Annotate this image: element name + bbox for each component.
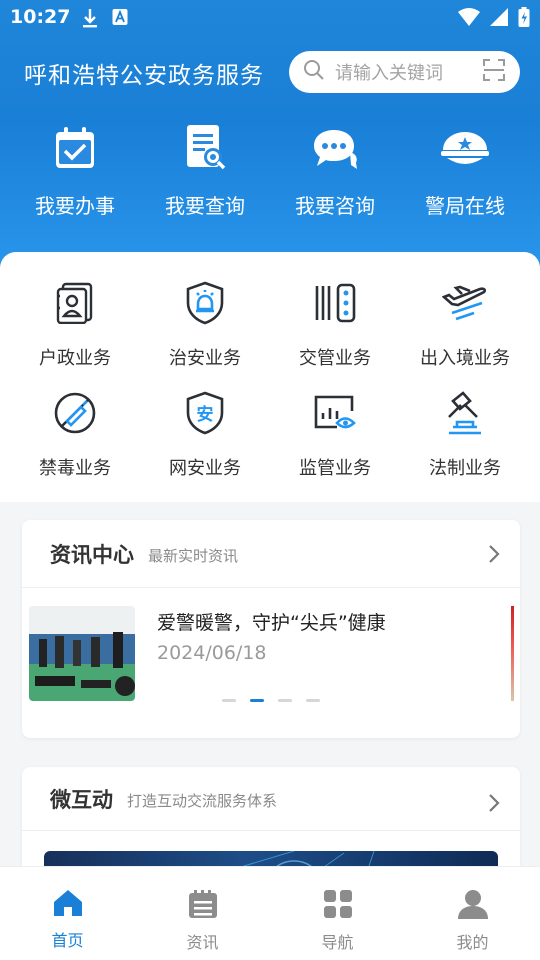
status-bar: 10:27 <box>0 0 540 38</box>
police-cap-icon <box>439 130 491 174</box>
business-traffic[interactable]: 交管业务 <box>270 282 400 370</box>
news-item[interactable]: 爱警暖警，守护“尖兵”健康 2024/06/18 <box>22 588 520 718</box>
news-card-subtitle: 最新实时资讯 <box>148 547 239 565</box>
checklist-clipboard-icon <box>53 126 97 174</box>
news-icon <box>188 890 218 923</box>
business-label: 交管业务 <box>299 348 371 369</box>
business-label: 法制业务 <box>429 458 501 479</box>
tab-label: 资讯 <box>186 933 219 952</box>
bottom-tab-bar: 首页 资讯 导航 我的 <box>0 866 540 960</box>
carousel-dot[interactable] <box>250 699 264 702</box>
quick-action-query[interactable]: 我要查询 <box>140 122 270 219</box>
news-thumbnail <box>29 606 135 701</box>
quick-action-label: 警局在线 <box>425 194 505 218</box>
news-date: 2024/06/18 <box>157 642 267 664</box>
business-household[interactable]: 户政业务 <box>10 282 140 370</box>
business-public-security[interactable]: 治安业务 <box>140 281 270 370</box>
search-input[interactable]: 请输入关键词 <box>289 51 520 93</box>
app-notification-icon <box>112 8 128 32</box>
document-search-icon <box>184 124 226 174</box>
business-label: 禁毒业务 <box>39 458 111 479</box>
tab-label: 我的 <box>456 933 489 952</box>
app-title: 呼和浩特公安政务服务 <box>24 63 264 89</box>
business-label: 出入境业务 <box>420 348 510 369</box>
tab-mine[interactable]: 我的 <box>405 867 540 960</box>
signal-icon <box>490 8 508 30</box>
quick-action-label: 我要查询 <box>165 194 245 218</box>
search-icon <box>303 59 325 85</box>
carousel-dot[interactable] <box>222 699 236 702</box>
quick-actions: 我要办事 我要查询 我要咨询 警局在线 <box>0 122 540 219</box>
chevron-right-icon[interactable] <box>488 544 500 568</box>
news-card: 资讯中心 最新实时资讯 爱警暖警，守护“尖兵”健康 2024/06/18 <box>22 520 520 738</box>
cyber-shield-icon: 安 <box>185 391 225 439</box>
tab-news[interactable]: 资讯 <box>135 867 270 960</box>
tab-label: 首页 <box>51 931 84 950</box>
airplane-icon <box>441 285 488 325</box>
id-card-icon <box>55 282 95 328</box>
carousel-indicator <box>22 699 520 702</box>
monitor-eye-icon <box>313 393 357 437</box>
interact-card-header[interactable]: 微互动 打造互动交流服务体系 <box>22 767 520 831</box>
chat-bubbles-icon <box>312 128 358 174</box>
news-card-header[interactable]: 资讯中心 最新实时资讯 <box>22 520 520 588</box>
business-label: 网安业务 <box>169 458 241 479</box>
carousel-dot[interactable] <box>278 699 292 702</box>
battery-icon <box>518 7 530 31</box>
tab-label: 导航 <box>321 933 354 952</box>
business-legal[interactable]: 法制业务 <box>400 391 530 480</box>
scan-icon[interactable] <box>482 58 506 86</box>
user-icon <box>457 890 489 923</box>
business-label: 户政业务 <box>39 348 111 369</box>
svg-text:安: 安 <box>197 404 214 425</box>
tab-home[interactable]: 首页 <box>0 867 135 960</box>
gavel-icon <box>443 391 487 439</box>
business-supervision[interactable]: 监管业务 <box>270 392 400 480</box>
quick-action-police-online[interactable]: 警局在线 <box>400 122 530 219</box>
interact-card-subtitle: 打造互动交流服务体系 <box>127 792 278 810</box>
shield-alarm-icon <box>185 281 225 329</box>
news-title: 爱警暖警，守护“尖兵”健康 <box>157 612 386 634</box>
business-cyber-security[interactable]: 安 网安业务 <box>140 391 270 480</box>
traffic-light-icon <box>314 283 356 327</box>
quick-action-label: 我要办事 <box>35 194 115 218</box>
business-label: 治安业务 <box>169 348 241 369</box>
grid-icon <box>323 890 353 923</box>
quick-action-label: 我要咨询 <box>295 194 375 218</box>
tab-navigation[interactable]: 导航 <box>270 867 405 960</box>
carousel-dot[interactable] <box>306 699 320 702</box>
search-placeholder: 请输入关键词 <box>335 63 443 84</box>
next-news-preview <box>511 606 514 701</box>
interact-card-title: 微互动 <box>50 787 113 812</box>
wifi-icon <box>458 8 480 30</box>
news-card-title: 资讯中心 <box>50 542 134 567</box>
business-panel: 户政业务 治安业务 交管业务 出入境业务 禁毒业务 安 网安业务 监管业务 法制… <box>0 252 540 502</box>
home-icon <box>53 890 83 921</box>
chevron-right-icon[interactable] <box>488 793 500 817</box>
business-label: 监管业务 <box>299 458 371 479</box>
business-anti-drug[interactable]: 禁毒业务 <box>10 392 140 480</box>
quick-action-consult[interactable]: 我要咨询 <box>270 122 400 219</box>
download-icon <box>82 8 98 32</box>
business-immigration[interactable]: 出入境业务 <box>400 282 530 370</box>
status-time: 10:27 <box>10 6 71 28</box>
quick-action-handle-affairs[interactable]: 我要办事 <box>10 122 140 219</box>
no-drugs-icon <box>53 391 97 439</box>
